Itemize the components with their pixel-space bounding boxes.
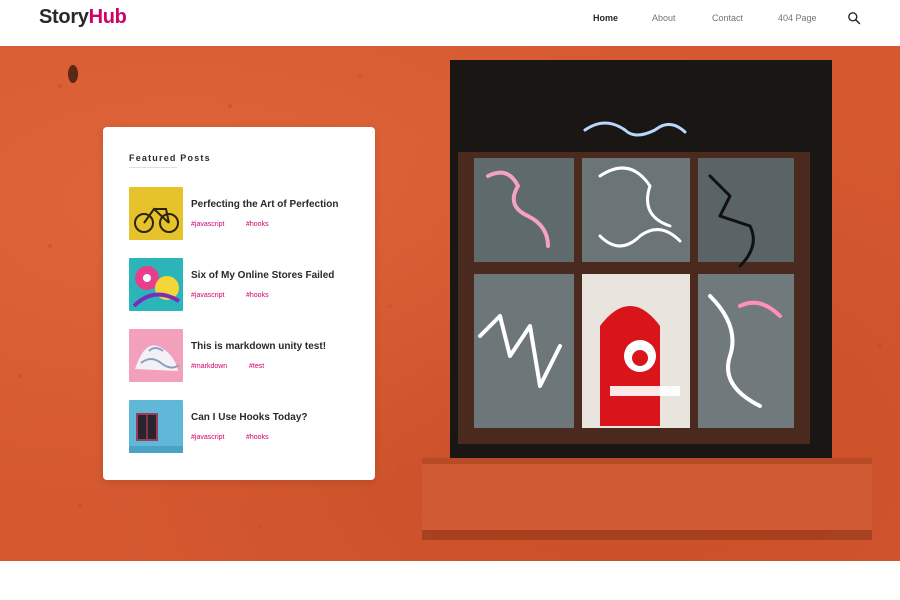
post-thumbnail-yellow-bicycle[interactable] — [129, 187, 183, 240]
site-logo[interactable]: StoryHub — [39, 5, 127, 29]
nav-404-page[interactable]: 404 Page — [778, 12, 817, 24]
tag-link[interactable]: #javascript — [191, 434, 224, 441]
heading-underline — [129, 167, 177, 168]
tag-link[interactable]: #test — [249, 363, 264, 370]
nav-contact[interactable]: Contact — [712, 12, 743, 24]
featured-post-item[interactable]: Perfecting the Art of Perfection #javasc… — [129, 187, 359, 241]
featured-post-item[interactable]: Can I Use Hooks Today? #javascript #hook… — [129, 400, 359, 454]
site-header: StoryHub Home About Contact 404 Page — [0, 0, 900, 46]
post-title[interactable]: Perfecting the Art of Perfection — [191, 199, 338, 210]
page-content-area — [0, 561, 900, 600]
nav-about[interactable]: About — [652, 12, 676, 24]
tag-link[interactable]: #hooks — [246, 292, 269, 299]
tag-link[interactable]: #hooks — [246, 221, 269, 228]
post-thumbnail-blue-wall-window[interactable] — [129, 400, 183, 453]
post-thumbnail-pink-white-mural[interactable] — [129, 329, 183, 382]
search-icon[interactable] — [847, 11, 861, 25]
featured-post-item[interactable]: This is markdown unity test! #markdown #… — [129, 329, 359, 383]
nav-home[interactable]: Home — [593, 12, 618, 24]
featured-post-item[interactable]: Six of My Online Stores Failed #javascri… — [129, 258, 359, 312]
featured-posts-heading: Featured Posts — [129, 153, 211, 163]
post-thumbnail-colorful-graffiti[interactable] — [129, 258, 183, 311]
logo-part-story: Story — [39, 6, 89, 28]
post-title[interactable]: Can I Use Hooks Today? — [191, 412, 308, 423]
tag-link[interactable]: #hooks — [246, 434, 269, 441]
post-title[interactable]: Six of My Online Stores Failed — [191, 270, 334, 281]
tag-link[interactable]: #markdown — [191, 363, 227, 370]
post-title[interactable]: This is markdown unity test! — [191, 341, 326, 352]
featured-posts-card: Featured Posts Perfecting the Art of Per… — [103, 127, 375, 480]
tag-link[interactable]: #javascript — [191, 221, 224, 228]
tag-link[interactable]: #javascript — [191, 292, 224, 299]
logo-part-hub: Hub — [88, 6, 127, 28]
